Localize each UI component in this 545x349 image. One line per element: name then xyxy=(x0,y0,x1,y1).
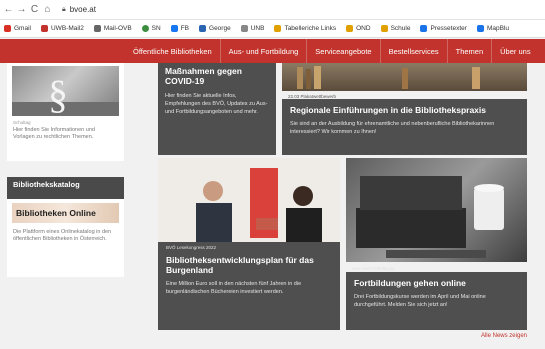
folder-icon xyxy=(346,25,354,32)
address-bar[interactable]: 🔒︎ bvoe.at xyxy=(62,3,96,17)
nav-training[interactable]: Aus- und Fortbildung xyxy=(221,39,308,63)
news-body: Eine Million Euro soll in den nächsten f… xyxy=(166,281,302,295)
reload-button[interactable]: C xyxy=(28,2,41,18)
news-tile-content: Maßnahmen gegen COVID-19 Hier finden Sie… xyxy=(158,63,276,155)
bookmark-icon xyxy=(476,25,484,32)
news-meta: BVÖ Lesekongress 2022 xyxy=(166,245,217,250)
news-title: Maßnahmen gegen COVID-19 xyxy=(165,66,242,86)
bookmarks-bar: Gmail UWB-Mail2 Mail-OVB SN FB George UN… xyxy=(0,20,545,38)
paragraph-icon: § xyxy=(12,72,119,116)
press-photo xyxy=(158,158,340,242)
laptop-photo xyxy=(346,158,527,262)
bookmark-folder[interactable]: OND xyxy=(346,25,371,32)
news-title: Regionale Einführungen in die Bibliothek… xyxy=(290,105,486,115)
nav-ordering[interactable]: Bestellservices xyxy=(381,39,448,63)
catalog-card[interactable]: Bibliotheken Online Die Plattform eines … xyxy=(7,199,124,277)
nav-topics[interactable]: Themen xyxy=(448,39,493,63)
bookmark[interactable]: FB xyxy=(170,25,189,32)
bookmark[interactable]: George xyxy=(199,25,231,32)
legal-info-card[interactable]: § Schultag Hier finden Sie Informationen… xyxy=(7,63,124,161)
card-description: Hier finden Sie Informationen und Vorlag… xyxy=(13,127,95,140)
bookmark[interactable]: SN xyxy=(141,25,161,32)
bookmark[interactable]: MapBlu xyxy=(476,25,509,32)
news-body: Hier finden Sie aktuelle Infos, Empfehlu… xyxy=(165,93,268,115)
bookmark-icon xyxy=(93,25,101,32)
catalog-description: Die Plattform eines Onlinekatalog in den… xyxy=(13,229,112,242)
browser-toolbar: ← → C ⌂ 🔒︎ bvoe.at xyxy=(0,0,545,20)
bookmark-folder[interactable]: Schule xyxy=(380,25,410,32)
nav-services[interactable]: Serviceangebote xyxy=(307,39,381,63)
paragraph-image: § xyxy=(12,66,119,116)
news-tile-content: Regionale Einführungen in die Bibliothek… xyxy=(282,99,527,155)
news-tile-covid[interactable]: Maßnahmen gegen COVID-19 Hier finden Sie… xyxy=(158,63,276,155)
catalog-banner: Bibliotheken Online xyxy=(12,203,119,223)
bookmark-icon xyxy=(199,25,207,32)
news-title: Bibliotheksentwicklungsplan für das Burg… xyxy=(166,255,314,275)
folder-icon xyxy=(274,25,282,32)
nav-about[interactable]: Über uns xyxy=(492,39,538,63)
bookmark-folder[interactable]: Tabelleriche Links xyxy=(274,25,336,32)
news-tile-burgenland[interactable]: BVÖ Lesekongress 2022 Bibliotheksentwick… xyxy=(158,158,340,330)
bookmark[interactable]: UWB-Mail2 xyxy=(40,25,84,32)
bookmark-icon xyxy=(40,25,48,32)
bookmark-icon xyxy=(240,25,248,32)
news-title: Fortbildungen gehen online xyxy=(354,278,466,288)
nav-public-libraries[interactable]: Öffentliche Bibliotheken xyxy=(125,39,221,63)
bookmark-icon xyxy=(4,25,11,32)
bookmark[interactable]: Gmail xyxy=(4,25,31,32)
news-body: Sie sind an der Ausbildung für ehrenamtl… xyxy=(290,121,495,135)
back-button[interactable]: ← xyxy=(2,2,15,18)
catalog-heading: Bibliothekskatalog xyxy=(7,177,124,199)
svg-text:§: § xyxy=(48,72,68,116)
catalog-banner-text: Bibliotheken Online xyxy=(16,208,96,218)
news-tile-online-training[interactable]: Aus- und Fortbildung Fortbildungen gehen… xyxy=(346,158,527,330)
news-tile-content: BVÖ Lesekongress 2022 Bibliotheksentwick… xyxy=(158,242,340,330)
folder-icon xyxy=(380,25,388,32)
news-body: Drei Fortbildungskurse werden im April u… xyxy=(354,294,486,308)
bookmark[interactable]: Mail-OVB xyxy=(93,25,132,32)
bookmark-icon xyxy=(420,25,428,32)
home-button[interactable]: ⌂ xyxy=(41,2,54,18)
all-news-link[interactable]: Alle News zeigen xyxy=(481,333,527,339)
library-photo xyxy=(282,63,527,91)
bookmark-icon xyxy=(141,25,149,32)
news-tile-content: Fortbildungen gehen online Drei Fortbild… xyxy=(346,272,527,330)
bookmark[interactable]: Pressetexter xyxy=(420,25,467,32)
bookmark[interactable]: UNB xyxy=(240,25,264,32)
lock-icon: 🔒︎ xyxy=(62,5,66,13)
main-navigation: Öffentliche Bibliotheken Aus- und Fortbi… xyxy=(0,39,545,63)
forward-button[interactable]: → xyxy=(15,2,28,18)
bookmark-icon xyxy=(170,25,178,32)
card-caption: Schultag xyxy=(13,120,31,125)
news-tile-introductions[interactable]: 22.03 Plakatwettbewerb Regionale Einführ… xyxy=(282,63,527,155)
news-meta: Aus- und Fortbildung xyxy=(352,266,394,271)
url-text: bvoe.at xyxy=(69,5,96,14)
